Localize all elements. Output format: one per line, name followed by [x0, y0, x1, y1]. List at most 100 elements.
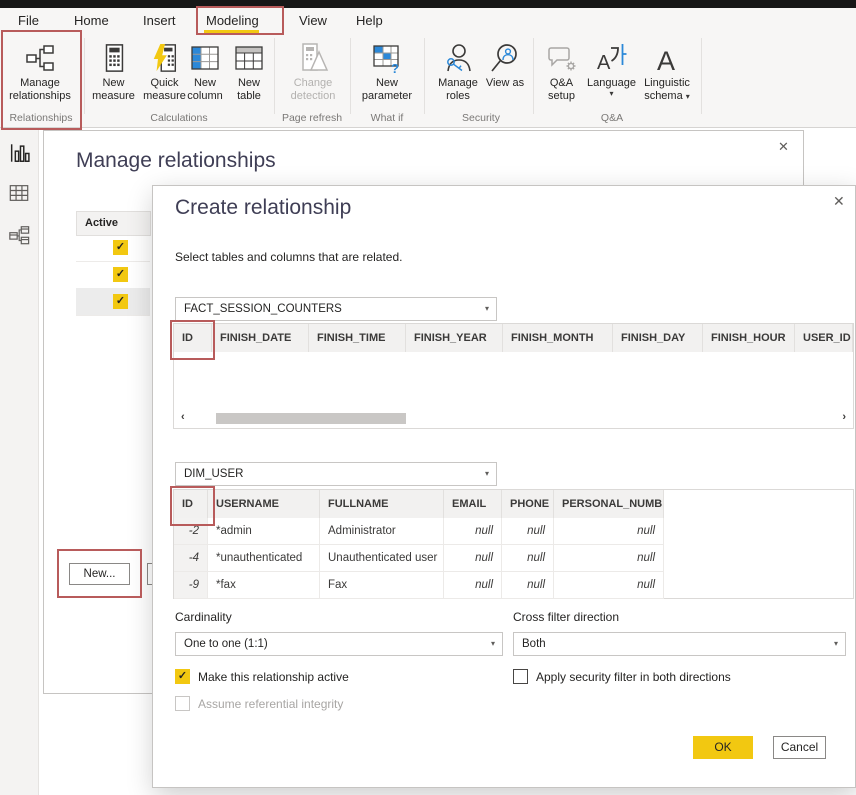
- table1-col-finish-date[interactable]: FINISH_DATE: [212, 324, 309, 352]
- manage-roles-icon: [432, 36, 484, 74]
- table2-col-email[interactable]: EMAIL: [444, 490, 502, 518]
- active-checkbox-checked[interactable]: ✓: [113, 294, 128, 309]
- cross-filter-value: Both: [522, 638, 546, 650]
- language-button[interactable]: A Language ▾: [585, 36, 638, 120]
- svg-text:A: A: [597, 52, 611, 74]
- table2-col-phone[interactable]: PHONE: [502, 490, 554, 518]
- table1-selected-value: FACT_SESSION_COUNTERS: [184, 303, 342, 315]
- tab-insert[interactable]: Insert: [143, 13, 176, 28]
- new-column-button[interactable]: New column: [182, 36, 228, 120]
- table1-col-finish-year[interactable]: FINISH_YEAR: [406, 324, 503, 352]
- create-dialog-title: Create relationship: [175, 196, 351, 220]
- new-column-label: New column: [182, 77, 228, 103]
- security-filter-checkbox-row[interactable]: Apply security filter in both directions: [513, 669, 731, 684]
- referential-integrity-checkbox-row: Assume referential integrity: [175, 696, 343, 711]
- new-table-label: New table: [228, 77, 270, 103]
- scrollbar-thumb[interactable]: [216, 413, 406, 424]
- referential-integrity-label: Assume referential integrity: [198, 697, 343, 711]
- qa-setup-button[interactable]: Q&A setup: [539, 36, 584, 120]
- linguistic-schema-icon: A: [638, 36, 696, 74]
- manage-relationships-icon: [2, 36, 78, 74]
- cross-filter-select[interactable]: Both ▾: [513, 632, 846, 656]
- table1-col-id[interactable]: ID: [174, 324, 212, 352]
- table1-col-finish-month[interactable]: FINISH_MONTH: [503, 324, 613, 352]
- language-icon: A: [585, 36, 638, 74]
- relationship-row[interactable]: ✓: [76, 261, 150, 289]
- cardinality-select[interactable]: One to one (1:1) ▾: [175, 632, 503, 656]
- qa-setup-icon: [539, 36, 584, 74]
- table2-header-row: ID USERNAME FULLNAME EMAIL PHONE PERSONA…: [174, 490, 853, 518]
- create-relationship-dialog: Create relationship ✕ Select tables and …: [152, 185, 856, 788]
- tab-home[interactable]: Home: [74, 13, 109, 28]
- manage-relationships-button[interactable]: Manage relationships: [2, 36, 78, 120]
- table-row: -9 *fax Fax null null null: [174, 572, 853, 599]
- calculator-icon: [88, 36, 139, 74]
- new-relationship-button[interactable]: New...: [69, 563, 130, 585]
- change-detection-button: Change detection: [282, 36, 344, 120]
- manage-dialog-title: Manage relationships: [76, 149, 276, 173]
- active-checkbox-checked[interactable]: ✓: [113, 240, 128, 255]
- scroll-left-icon[interactable]: ‹: [181, 411, 185, 423]
- table1-col-finish-hour[interactable]: FINISH_HOUR: [703, 324, 795, 352]
- checkbox-unchecked[interactable]: [513, 669, 528, 684]
- new-measure-label: New measure: [88, 77, 139, 103]
- relationship-row-selected[interactable]: ✓: [76, 288, 150, 316]
- cancel-button[interactable]: Cancel: [773, 736, 826, 759]
- close-icon[interactable]: ✕: [778, 140, 789, 154]
- table2-col-id[interactable]: ID: [174, 490, 208, 518]
- group-divider: [350, 38, 351, 114]
- group-label-what-if: What if: [371, 112, 404, 124]
- group-divider: [533, 38, 534, 114]
- group-label-qa: Q&A: [601, 112, 623, 124]
- tab-modeling[interactable]: Modeling: [206, 13, 259, 28]
- model-view-icon[interactable]: [8, 224, 30, 246]
- qa-setup-label: Q&A setup: [539, 77, 584, 103]
- new-table-button[interactable]: New table: [228, 36, 270, 120]
- chevron-down-icon: ▾: [585, 90, 638, 98]
- table2-col-username[interactable]: USERNAME: [208, 490, 320, 518]
- svg-text:A: A: [657, 46, 675, 74]
- tab-view[interactable]: View: [299, 13, 327, 28]
- active-checkbox-checked[interactable]: ✓: [113, 267, 128, 282]
- table1-col-finish-day[interactable]: FINISH_DAY: [613, 324, 703, 352]
- table1-preview: ID FINISH_DATE FINISH_TIME FINISH_YEAR F…: [173, 323, 854, 429]
- table1-select[interactable]: FACT_SESSION_COUNTERS ▾: [175, 297, 497, 321]
- chevron-down-icon: ▾: [686, 92, 690, 101]
- change-detection-label: Change detection: [282, 77, 344, 103]
- table1-col-user-id[interactable]: USER_ID: [795, 324, 853, 352]
- create-dialog-subtitle: Select tables and columns that are relat…: [175, 250, 402, 264]
- table1-horizontal-scrollbar[interactable]: ‹ ›: [174, 410, 853, 428]
- table-row: -4 *unauthenticated Unauthenticated user…: [174, 545, 853, 572]
- linguistic-schema-button[interactable]: A Linguistic schema ▾: [638, 36, 696, 120]
- manage-roles-button[interactable]: Manage roles: [432, 36, 484, 120]
- active-tab-underline: [204, 30, 259, 33]
- ok-button[interactable]: OK: [693, 736, 753, 759]
- view-sidebar: [0, 128, 39, 795]
- table2-selected-value: DIM_USER: [184, 468, 243, 480]
- make-active-checkbox-row[interactable]: ✓ Make this relationship active: [175, 669, 349, 684]
- table2-preview: ID USERNAME FULLNAME EMAIL PHONE PERSONA…: [173, 489, 854, 599]
- relationship-row[interactable]: ✓: [76, 234, 150, 262]
- table2-col-fullname[interactable]: FULLNAME: [320, 490, 444, 518]
- data-view-icon[interactable]: [8, 182, 30, 204]
- new-parameter-button[interactable]: ? New parameter: [356, 36, 418, 120]
- ribbon: File Home Insert Modeling View Help Mana…: [0, 8, 856, 128]
- report-view-icon[interactable]: [8, 142, 30, 164]
- scroll-right-icon[interactable]: ›: [842, 411, 846, 423]
- checkbox-disabled: [175, 696, 190, 711]
- group-label-page-refresh: Page refresh: [282, 112, 342, 124]
- cross-filter-label: Cross filter direction: [513, 610, 619, 624]
- new-measure-button[interactable]: New measure: [88, 36, 139, 120]
- table2-col-personal-number[interactable]: PERSONAL_NUMBER: [554, 490, 664, 518]
- manage-roles-label: Manage roles: [432, 77, 484, 103]
- table2-select[interactable]: DIM_USER ▾: [175, 462, 497, 486]
- group-label-security: Security: [462, 112, 500, 124]
- checkbox-checked[interactable]: ✓: [175, 669, 190, 684]
- table1-col-finish-time[interactable]: FINISH_TIME: [309, 324, 406, 352]
- tab-file[interactable]: File: [18, 13, 39, 28]
- view-as-button[interactable]: View as: [484, 36, 526, 120]
- group-divider: [84, 38, 85, 114]
- tab-help[interactable]: Help: [356, 13, 383, 28]
- view-as-icon: [484, 36, 526, 74]
- close-icon[interactable]: ✕: [833, 194, 845, 208]
